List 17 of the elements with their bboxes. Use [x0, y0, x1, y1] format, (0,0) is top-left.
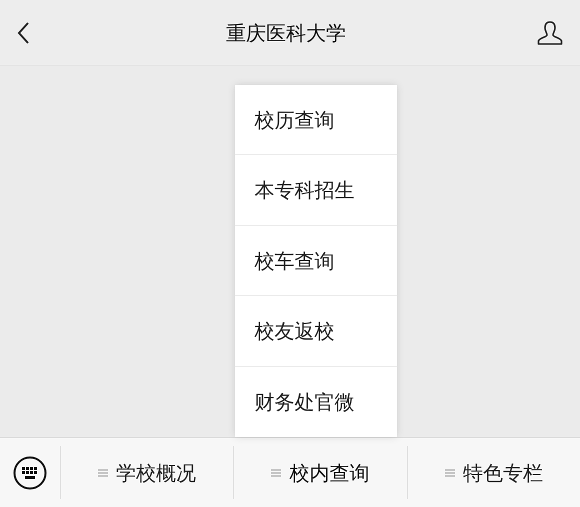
- submenu-item[interactable]: 校历查询: [234, 85, 396, 156]
- page-title: 重庆医科大学: [226, 20, 346, 46]
- menu-lines-icon: [444, 468, 455, 478]
- back-icon: [16, 20, 30, 44]
- profile-icon: [537, 20, 563, 44]
- menu-tab[interactable]: 校内查询: [271, 458, 370, 488]
- keyboard-icon: [13, 456, 47, 490]
- submenu-item[interactable]: 本专科招生: [234, 155, 396, 226]
- submenu-item[interactable]: 财务处官微: [234, 366, 396, 437]
- menu-tab[interactable]: 特色专栏: [444, 458, 543, 488]
- submenu-item[interactable]: 校车查询: [234, 226, 396, 296]
- menu-lines-icon: [271, 468, 282, 478]
- menu-lines-icon: [98, 468, 108, 478]
- submenu-item[interactable]: 校友返校: [234, 296, 396, 367]
- keyboard-button[interactable]: [13, 456, 47, 490]
- profile-button[interactable]: [536, 18, 564, 46]
- menu-tab[interactable]: 学校概况: [98, 458, 196, 488]
